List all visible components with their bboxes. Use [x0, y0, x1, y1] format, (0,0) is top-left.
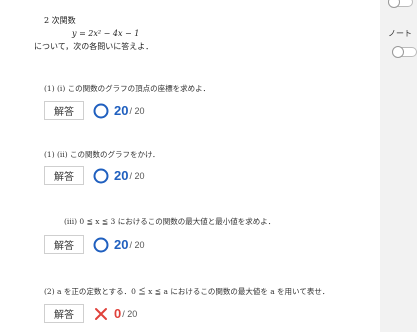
answer-button-4[interactable]: 解答: [44, 304, 84, 323]
score-max-2: / 20: [129, 170, 145, 181]
score-value-1: 20: [114, 103, 129, 118]
incorrect-cross-icon: [92, 305, 110, 323]
worksheet: 2 次関数 y = 2x² − 4x − 1 について，次の各問いに答えよ． (…: [0, 0, 380, 332]
score-value-3: 20: [114, 237, 129, 252]
score-4: 0 / 20: [92, 304, 137, 323]
score-value-4: 0: [114, 306, 122, 321]
question-text-1: (1) (i) この関数のグラフの頂点の座標を求めよ．: [44, 84, 211, 93]
question-text-4: (2) a を正の定数とする．0 ≦ x ≦ a におけるこの関数の最大値を a…: [44, 287, 330, 296]
problem-instruction: について，次の各問いに答えよ．: [34, 42, 154, 51]
top-toggle-switch[interactable]: [388, 0, 413, 8]
score-max-3: / 20: [129, 239, 145, 250]
problem-equation: y = 2x² − 4x − 1: [72, 29, 140, 38]
problem-statement: 2 次関数 y = 2x² − 4x − 1 について，次の各問いに答えよ．: [34, 14, 153, 53]
score-1: 20 / 20: [92, 101, 144, 120]
correct-circle-icon: [92, 102, 110, 120]
note-toggle-switch[interactable]: [392, 46, 417, 58]
note-label: ノート: [388, 29, 412, 38]
correct-circle-icon: [92, 167, 110, 185]
toggle-knob: [392, 46, 404, 58]
correct-circle-icon: [92, 236, 110, 254]
answer-button-3[interactable]: 解答: [44, 235, 84, 254]
answer-button-2[interactable]: 解答: [44, 166, 84, 185]
toggle-knob: [388, 0, 400, 8]
question-text-3: (iii) 0 ≦ x ≦ 3 におけるこの関数の最大値と最小値を求めよ．: [64, 217, 276, 226]
problem-heading: 2 次関数: [44, 16, 76, 25]
score-3: 20 / 20: [92, 235, 144, 254]
score-2: 20 / 20: [92, 166, 144, 185]
answer-button-1[interactable]: 解答: [44, 101, 84, 120]
score-value-2: 20: [114, 168, 129, 183]
score-max-1: / 20: [129, 105, 145, 116]
score-max-4: / 20: [122, 308, 138, 319]
question-text-2: (1) (ii) この関数のグラフをかけ．: [44, 150, 160, 159]
